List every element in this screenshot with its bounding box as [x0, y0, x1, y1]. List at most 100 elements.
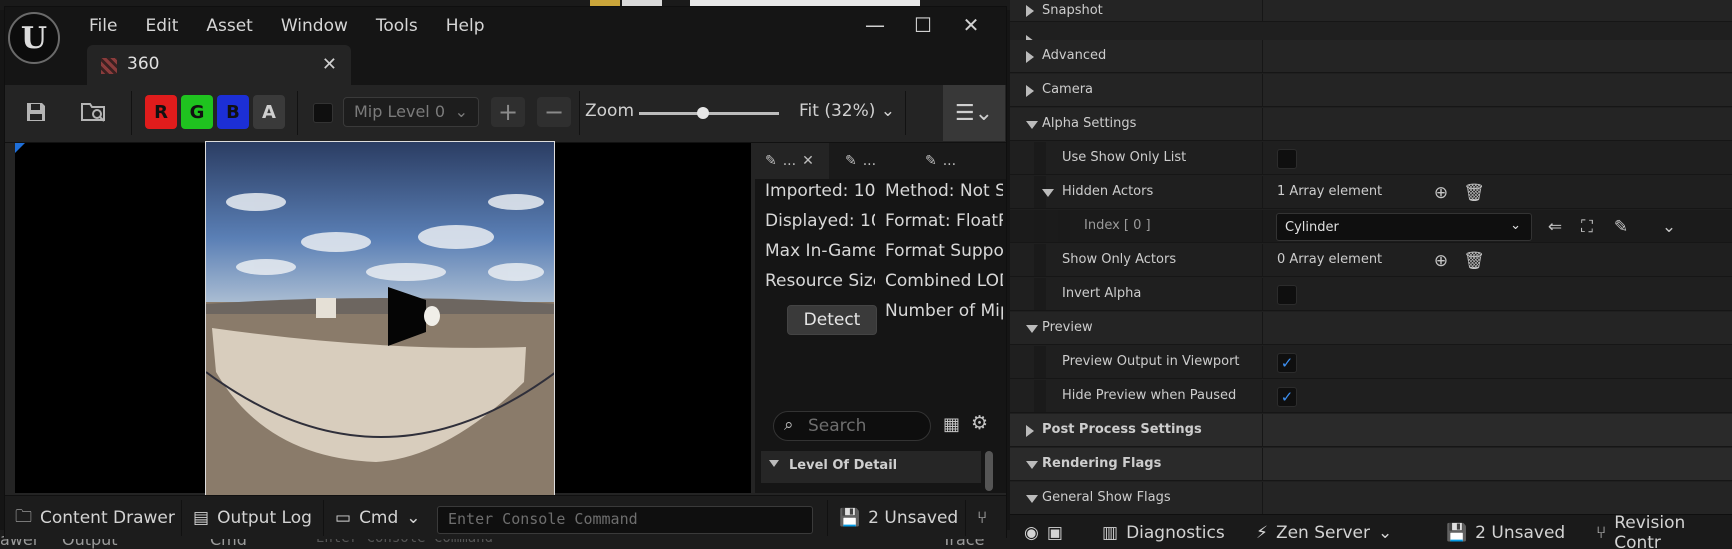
toolbar: R G B A Mip Level 0 ⌄ + − Zoom Fit (32%)… [5, 85, 1006, 143]
row-snapshot[interactable]: Snapshot [1010, 0, 1732, 22]
content-drawer-button[interactable]: 🗀 Content Drawer [15, 496, 175, 540]
use-show-only-list-checkbox[interactable] [1277, 149, 1297, 169]
browse-icon[interactable]: ⛶ [1576, 216, 1598, 238]
details-tab[interactable]: ✎... [835, 143, 876, 179]
maximize-icon[interactable]: ☐ [901, 11, 945, 39]
details-tab-strip: ✎... ✕ ✎... ✎... [755, 143, 1006, 179]
chevron-down-icon: ⌄ [406, 508, 421, 528]
search-icon: ⌕ [784, 415, 794, 435]
row-general-show-flags[interactable]: General Show Flags [1010, 482, 1732, 515]
eyedropper-icon[interactable]: ✎ [1610, 216, 1632, 238]
minimize-icon[interactable]: — [853, 11, 897, 39]
row-use-show-only-list: Use Show Only List [1010, 142, 1732, 175]
row-advanced-section[interactable]: Advanced [1010, 40, 1732, 73]
plus-button[interactable]: + [491, 97, 525, 127]
zen-icon: ⚡ [1256, 522, 1268, 543]
info-method: Method: Not S [885, 181, 1003, 201]
terminal-icon: ▭ [335, 508, 352, 528]
asset-tab[interactable]: 360 ✕ [87, 45, 351, 85]
details-search-input[interactable]: ⌕ Search [773, 411, 931, 441]
mip-checkbox[interactable] [313, 103, 333, 123]
cmd-dropdown[interactable]: ▭ Cmd ⌄ [335, 496, 421, 540]
details-tab[interactable]: ✎... [915, 143, 956, 179]
hide-preview-checkbox[interactable]: ✓ [1277, 387, 1297, 407]
channel-b-toggle[interactable]: B [217, 95, 249, 129]
minus-button[interactable]: − [537, 97, 571, 127]
pencil-icon: ✎ [845, 153, 857, 169]
texture-editor-window: File Edit Asset Window Tools Help — ☐ ✕ … [4, 6, 1007, 539]
info-imported: Imported: 108 [765, 181, 875, 201]
info-number-of-mips: Number of Mip [885, 301, 1003, 321]
chevron-down-icon: ⌄ [454, 102, 468, 121]
menu-help[interactable]: Help [446, 16, 485, 36]
hamburger-menu-button[interactable]: ☰⌄ [943, 85, 1005, 141]
properties-panel: Snapshot Advanced Camera Alpha Settings … [1010, 0, 1732, 515]
menu-edit[interactable]: Edit [145, 16, 178, 36]
detect-button[interactable]: Detect [787, 305, 877, 335]
trash-icon[interactable]: 🗑 [1463, 250, 1485, 272]
row-hidden-actors: Hidden Actors 1 Array element ⊕ 🗑 [1010, 176, 1732, 209]
add-element-icon[interactable]: ⊕ [1430, 250, 1452, 272]
texture-preview-image [205, 141, 555, 497]
pencil-icon: ✎ [765, 153, 777, 169]
save-icon[interactable] [19, 95, 53, 129]
channel-g-toggle[interactable]: G [181, 95, 213, 129]
chevron-down-icon: ⌄ [1510, 218, 1521, 233]
zen-server-button[interactable]: ⚡ Zen Server ⌄ [1256, 515, 1392, 549]
row-camera[interactable]: Camera [1010, 74, 1732, 107]
zoom-slider[interactable] [639, 112, 779, 115]
add-element-icon[interactable]: ⊕ [1430, 182, 1452, 204]
info-combined-lod: Combined LOD [885, 271, 1003, 291]
level-of-detail-section[interactable]: Level Of Detail [761, 451, 981, 483]
menu-tools[interactable]: Tools [376, 16, 418, 36]
unsaved-status-button[interactable]: 💾 2 Unsaved [1446, 515, 1565, 549]
tab-close-icon[interactable]: ✕ [322, 54, 337, 75]
table-view-icon[interactable]: ▦ [943, 414, 960, 435]
trash-icon[interactable]: 🗑 [1463, 182, 1485, 204]
status-icons[interactable]: ◉ ▣ [1024, 515, 1063, 549]
row-preview-output: Preview Output in Viewport ✓ [1010, 346, 1732, 379]
invert-alpha-checkbox[interactable] [1277, 285, 1297, 305]
menu-bar: File Edit Asset Window Tools Help [89, 16, 513, 36]
mip-level-dropdown[interactable]: Mip Level 0 ⌄ [343, 97, 479, 127]
revision-control-button[interactable]: ⑂ Revision Contr [1596, 513, 1732, 549]
camera-icon: ▣ [1046, 522, 1063, 543]
chevron-down-icon[interactable]: ⌄ [1658, 216, 1680, 238]
source-control-icon[interactable]: ⑂ [977, 496, 987, 540]
row-show-only-actors: Show Only Actors 0 Array element ⊕ 🗑 [1010, 244, 1732, 277]
info-resource-size: Resource Size [765, 271, 875, 291]
use-selected-icon[interactable]: ⇐ [1544, 216, 1566, 238]
diagnostics-button[interactable]: ▥ Diagnostics [1102, 515, 1225, 549]
save-icon: 💾 [839, 508, 861, 528]
row-invert-alpha: Invert Alpha [1010, 278, 1732, 311]
channel-a-toggle[interactable]: A [253, 95, 285, 129]
console-input[interactable]: Enter Console Command [437, 506, 813, 534]
details-tab[interactable]: ✎... ✕ [755, 143, 829, 179]
save-icon: 💾 [1446, 522, 1468, 543]
output-log-button[interactable]: ▤ Output Log [193, 496, 312, 540]
unsaved-button[interactable]: 💾 2 Unsaved [839, 496, 958, 540]
info-format-supported: Format Suppo [885, 241, 1003, 261]
menu-file[interactable]: File [89, 16, 117, 36]
channel-r-toggle[interactable]: R [145, 95, 177, 129]
row-alpha-settings[interactable]: Alpha Settings [1010, 108, 1732, 141]
row-hide-preview: Hide Preview when Paused ✓ [1010, 380, 1732, 413]
browse-asset-icon[interactable] [77, 95, 111, 129]
bottom-bar: 🗀 Content Drawer ▤ Output Log ▭ Cmd ⌄ Enter … [5, 495, 1006, 539]
source-control-icon: ⑂ [1596, 522, 1607, 543]
details-scrollbar[interactable] [985, 451, 993, 491]
fit-dropdown[interactable]: Fit (32%) ⌄ [799, 101, 895, 121]
zoom-slider-handle[interactable] [697, 107, 709, 119]
menu-asset[interactable]: Asset [206, 16, 252, 36]
actor-picker-combo[interactable]: Cylinder ⌄ [1276, 213, 1532, 241]
row-post-process[interactable]: Post Process Settings [1010, 414, 1732, 447]
gear-icon[interactable]: ⚙ [971, 412, 988, 434]
menu-window[interactable]: Window [281, 16, 348, 36]
row-preview[interactable]: Preview [1010, 312, 1732, 345]
info-format: Format: FloatR [885, 211, 1003, 231]
trace-icon: ◉ [1024, 522, 1039, 543]
row-rendering-flags[interactable]: Rendering Flags [1010, 448, 1732, 481]
preview-output-checkbox[interactable]: ✓ [1277, 353, 1297, 373]
unreal-logo[interactable]: U [8, 12, 60, 64]
close-icon[interactable]: ✕ [949, 11, 993, 39]
